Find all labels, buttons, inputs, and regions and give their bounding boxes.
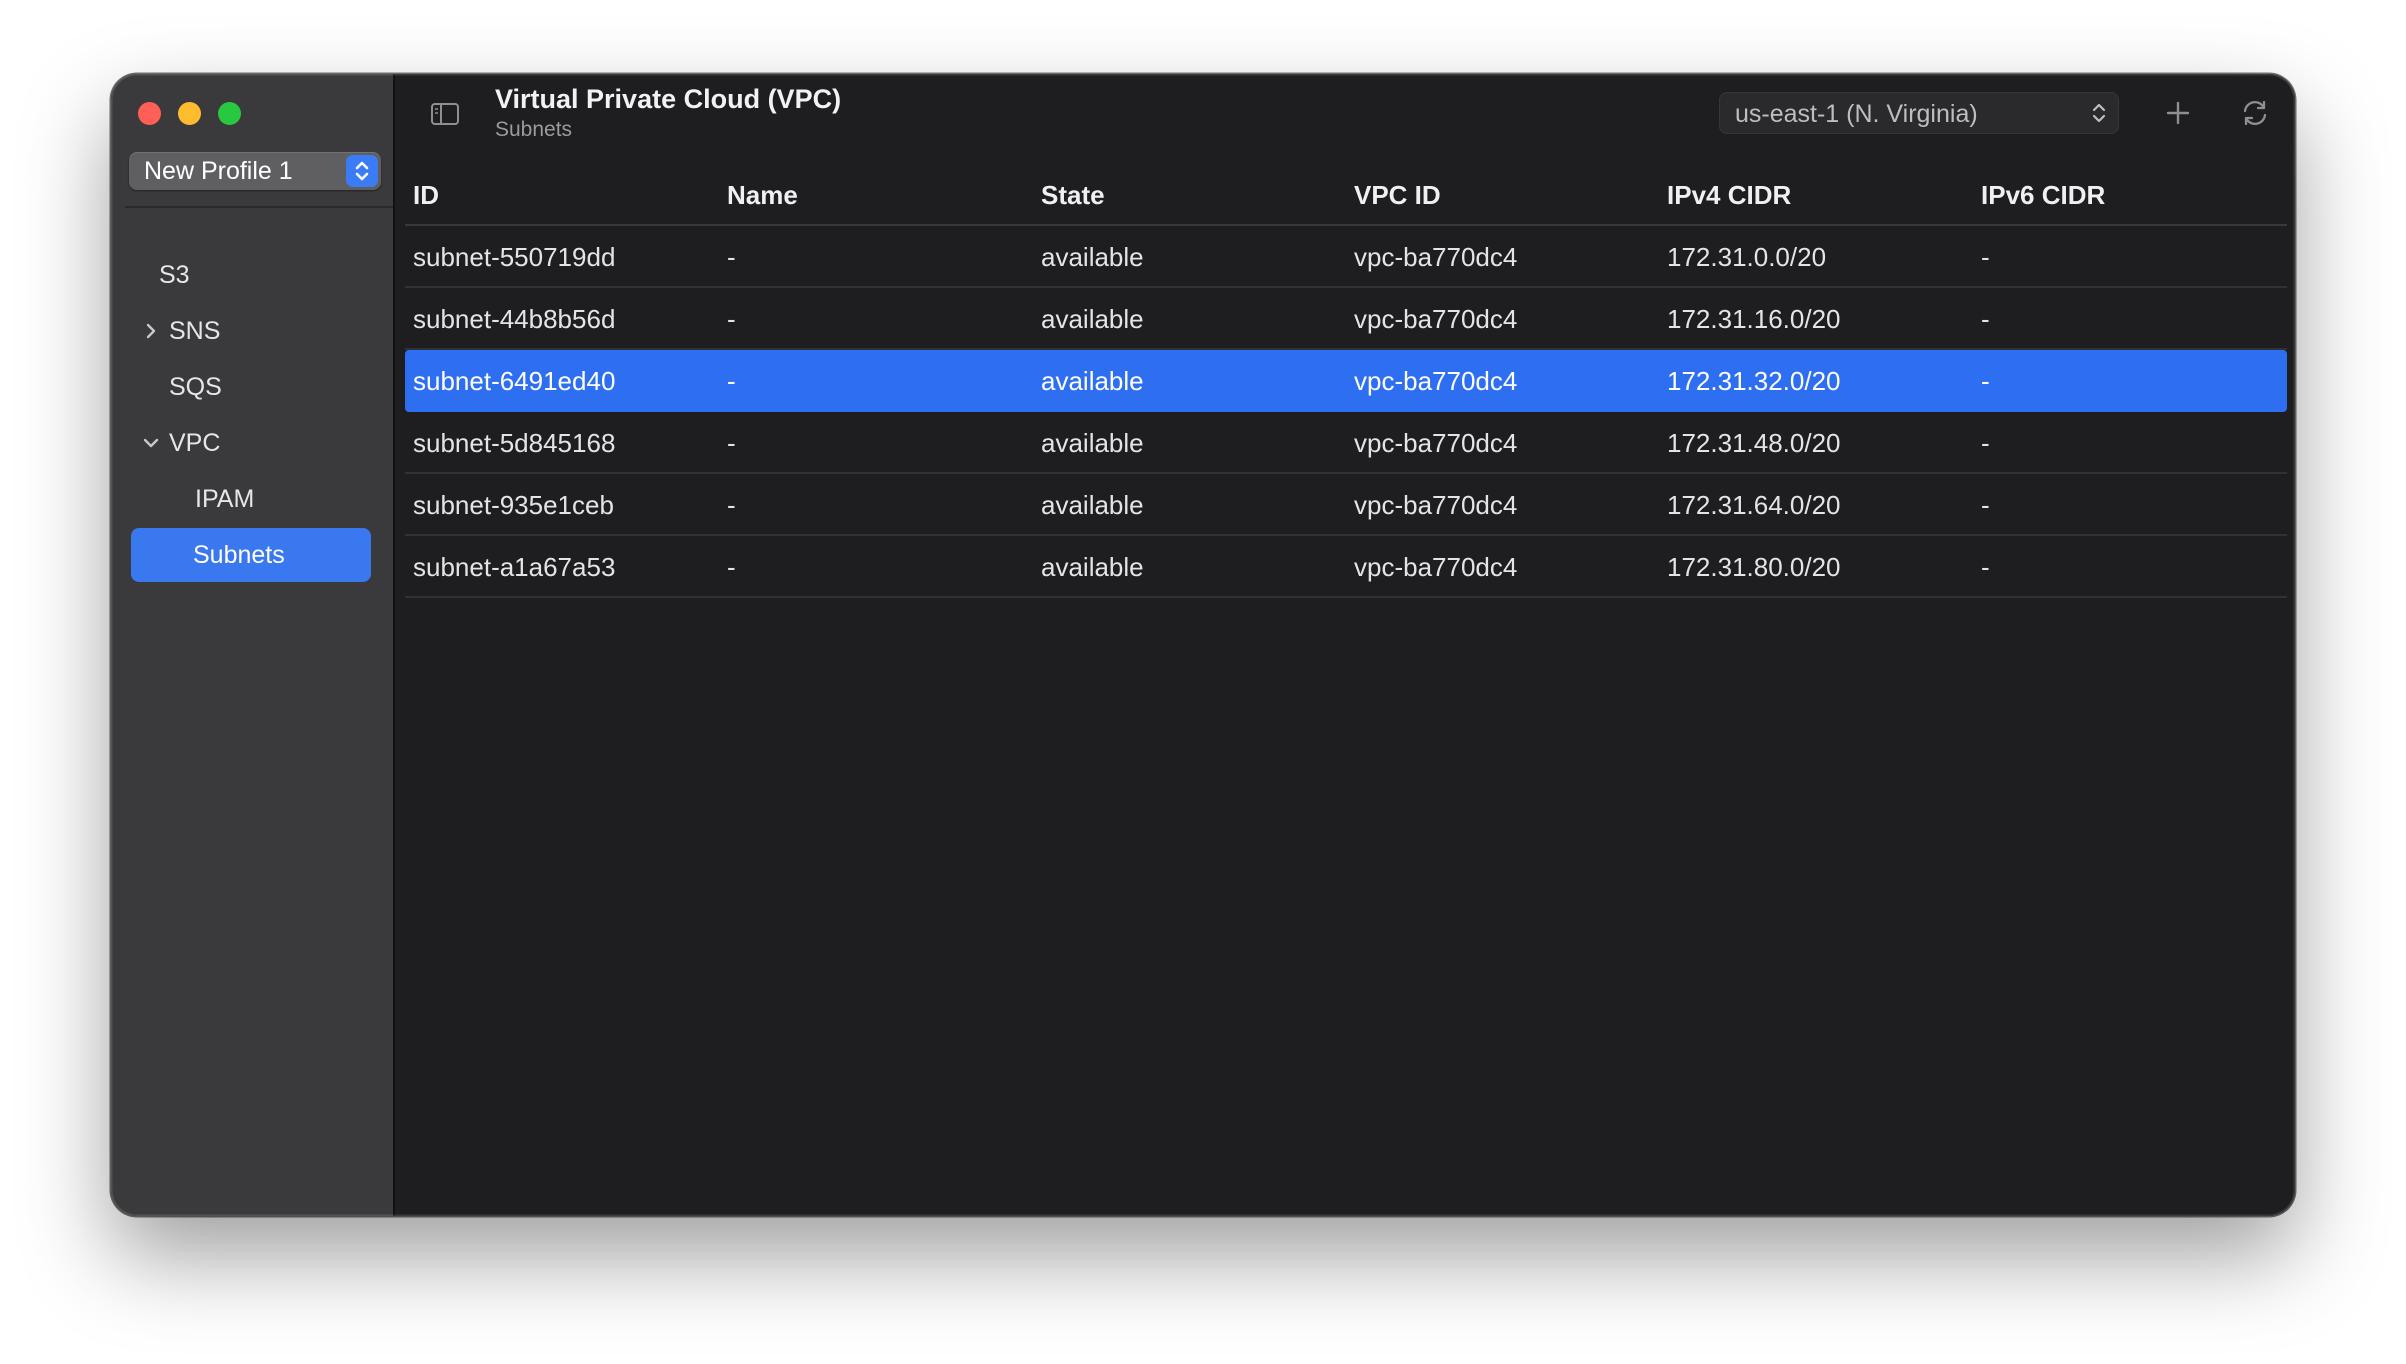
cell-ipv6-cidr: - [1981, 428, 1990, 458]
cell-id: subnet-6491ed40 [413, 366, 616, 396]
sidebar-toggle-icon[interactable] [429, 98, 461, 130]
column-header-state[interactable]: State [1041, 180, 1105, 211]
app-window: New Profile 1 S3 SNS SQS VPC IPAM Subnet… [111, 74, 2295, 1216]
cell-ipv6-cidr: - [1981, 242, 1990, 272]
cell-vpc-id: vpc-ba770dc4 [1354, 366, 1518, 396]
main-content: Virtual Private Cloud (VPC) Subnets us-e… [395, 74, 2295, 1216]
cell-vpc-id: vpc-ba770dc4 [1354, 428, 1518, 458]
cell-ipv4-cidr: 172.31.0.0/20 [1667, 242, 1827, 272]
cell-ipv4-cidr: 172.31.64.0/20 [1667, 490, 1841, 520]
column-header-name[interactable]: Name [727, 180, 798, 211]
cell-id: subnet-a1a67a53 [413, 552, 616, 582]
refresh-icon [2243, 100, 2267, 126]
minimize-window-button[interactable] [178, 102, 201, 125]
add-button[interactable] [2161, 96, 2195, 130]
cell-vpc-id: vpc-ba770dc4 [1354, 490, 1518, 520]
table-row[interactable]: subnet-5d845168 - available vpc-ba770dc4… [405, 412, 2287, 474]
sidebar-item-subnets[interactable]: Subnets [131, 528, 371, 582]
sidebar-divider [125, 206, 393, 208]
table-row[interactable]: subnet-a1a67a53 - available vpc-ba770dc4… [405, 536, 2287, 598]
cell-ipv6-cidr: - [1981, 304, 1990, 334]
cell-id: subnet-44b8b56d [413, 304, 616, 334]
cell-vpc-id: vpc-ba770dc4 [1354, 552, 1518, 582]
subnets-table: ID Name State VPC ID IPv4 CIDR IPv6 CIDR… [405, 166, 2287, 598]
close-window-button[interactable] [138, 102, 161, 125]
cell-ipv6-cidr: - [1981, 552, 1990, 582]
sidebar-item-label: VPC [169, 429, 221, 457]
sidebar-item-label: IPAM [195, 485, 255, 513]
cell-state: available [1041, 490, 1144, 520]
profile-select[interactable]: New Profile 1 [129, 152, 381, 190]
sidebar-item-sqs[interactable]: SQS [131, 360, 371, 414]
cell-state: available [1041, 242, 1144, 272]
plus-icon [2166, 101, 2190, 125]
refresh-button[interactable] [2238, 96, 2272, 130]
sidebar-item-ipam[interactable]: IPAM [131, 472, 371, 526]
column-header-id[interactable]: ID [413, 180, 439, 211]
chevron-right-icon[interactable] [139, 319, 163, 343]
table-header: ID Name State VPC ID IPv4 CIDR IPv6 CIDR [405, 166, 2287, 226]
cell-id: subnet-550719dd [413, 242, 616, 272]
region-select-label: us-east-1 (N. Virginia) [1735, 100, 1978, 128]
table-row[interactable]: subnet-935e1ceb - available vpc-ba770dc4… [405, 474, 2287, 536]
profile-select-label: New Profile 1 [144, 157, 293, 185]
cell-id: subnet-5d845168 [413, 428, 616, 458]
cell-state: available [1041, 428, 1144, 458]
page-subtitle: Subnets [495, 118, 573, 141]
sidebar-item-sns[interactable]: SNS [131, 304, 371, 358]
page-title: Virtual Private Cloud (VPC) [495, 84, 842, 114]
sidebar-item-label: SNS [169, 317, 221, 345]
sidebar-item-s3[interactable]: S3 [131, 248, 371, 302]
table-row[interactable]: subnet-44b8b56d - available vpc-ba770dc4… [405, 288, 2287, 350]
cell-ipv4-cidr: 172.31.48.0/20 [1667, 428, 1841, 458]
cell-ipv6-cidr: - [1981, 490, 1990, 520]
column-header-vpc-id[interactable]: VPC ID [1354, 180, 1441, 211]
sidebar-item-label: SQS [169, 373, 222, 401]
cell-ipv4-cidr: 172.31.16.0/20 [1667, 304, 1841, 334]
sidebar: New Profile 1 S3 SNS SQS VPC IPAM Subnet… [111, 74, 395, 1216]
up-down-chevron-icon [2089, 100, 2109, 126]
table-row[interactable]: subnet-550719dd - available vpc-ba770dc4… [405, 226, 2287, 288]
cell-state: available [1041, 304, 1144, 334]
sidebar-item-label: S3 [159, 261, 190, 289]
chevron-down-icon[interactable] [139, 431, 163, 455]
cell-ipv6-cidr: - [1981, 366, 1990, 396]
cell-name: - [727, 242, 736, 272]
cell-ipv4-cidr: 172.31.32.0/20 [1667, 366, 1841, 396]
cell-vpc-id: vpc-ba770dc4 [1354, 304, 1518, 334]
maximize-window-button[interactable] [218, 102, 241, 125]
cell-ipv4-cidr: 172.31.80.0/20 [1667, 552, 1841, 582]
cell-name: - [727, 304, 736, 334]
cell-name: - [727, 490, 736, 520]
cell-state: available [1041, 366, 1144, 396]
cell-name: - [727, 428, 736, 458]
column-header-ipv6-cidr[interactable]: IPv6 CIDR [1981, 180, 2105, 211]
table-row-selected[interactable]: subnet-6491ed40 - available vpc-ba770dc4… [405, 350, 2287, 412]
column-header-ipv4-cidr[interactable]: IPv4 CIDR [1667, 180, 1791, 211]
cell-vpc-id: vpc-ba770dc4 [1354, 242, 1518, 272]
cell-state: available [1041, 552, 1144, 582]
region-select[interactable]: us-east-1 (N. Virginia) [1719, 92, 2119, 134]
up-down-chevron-icon [346, 155, 378, 187]
cell-id: subnet-935e1ceb [413, 490, 614, 520]
sidebar-item-label: Subnets [193, 541, 285, 569]
sidebar-item-vpc[interactable]: VPC [131, 416, 371, 470]
cell-name: - [727, 552, 736, 582]
cell-name: - [727, 366, 736, 396]
